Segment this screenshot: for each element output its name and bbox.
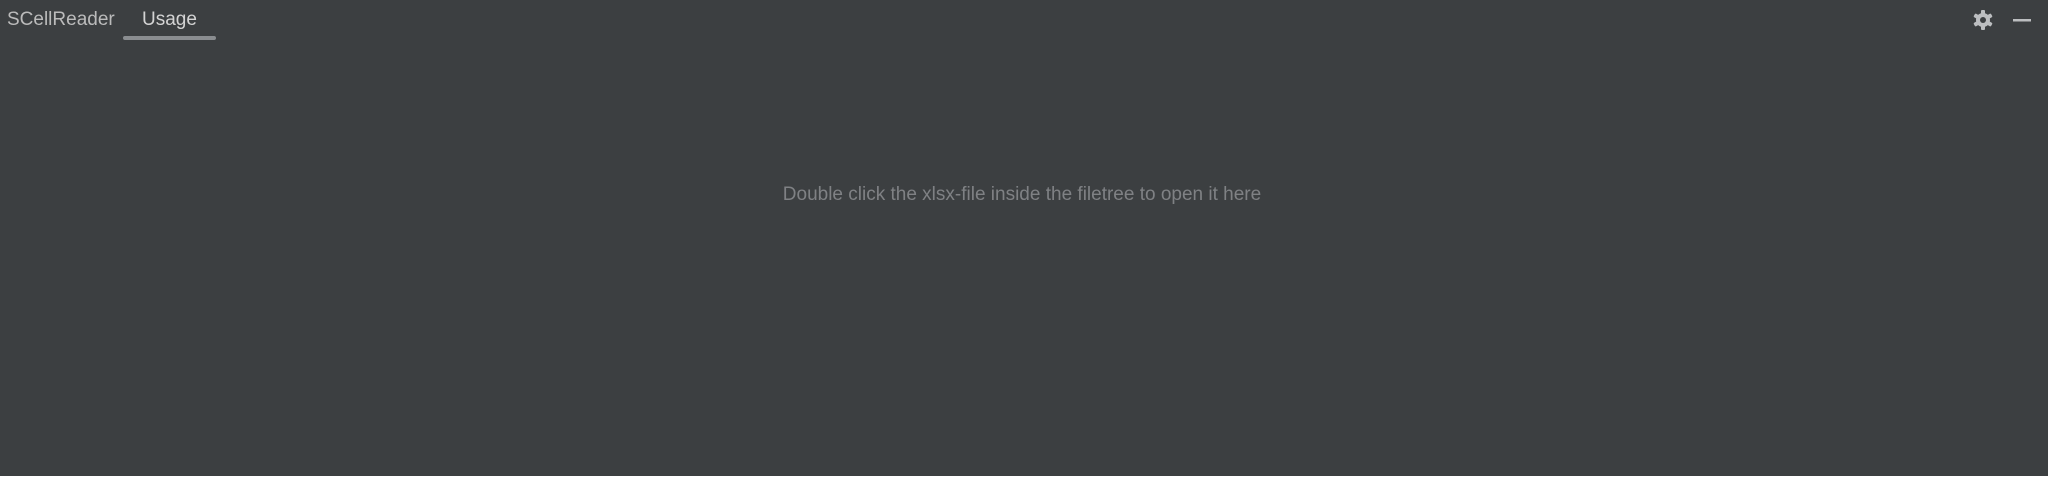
settings-button[interactable]: [1968, 6, 1998, 34]
minimize-icon: [2013, 19, 2031, 22]
tab-usage-label: Usage: [142, 9, 197, 30]
tool-window-title: SCellReader: [7, 9, 115, 30]
minimize-button[interactable]: [2007, 6, 2037, 34]
tool-window-header: SCellReader Usage: [0, 0, 2048, 42]
tab-selected-indicator: [123, 36, 216, 40]
tab-usage[interactable]: Usage: [123, 0, 216, 42]
tool-window: SCellReader Usage Double click the xlsx-: [0, 0, 2048, 476]
gear-icon: [1973, 10, 1993, 30]
empty-state-message: Double click the xlsx-file inside the fi…: [782, 184, 1262, 205]
